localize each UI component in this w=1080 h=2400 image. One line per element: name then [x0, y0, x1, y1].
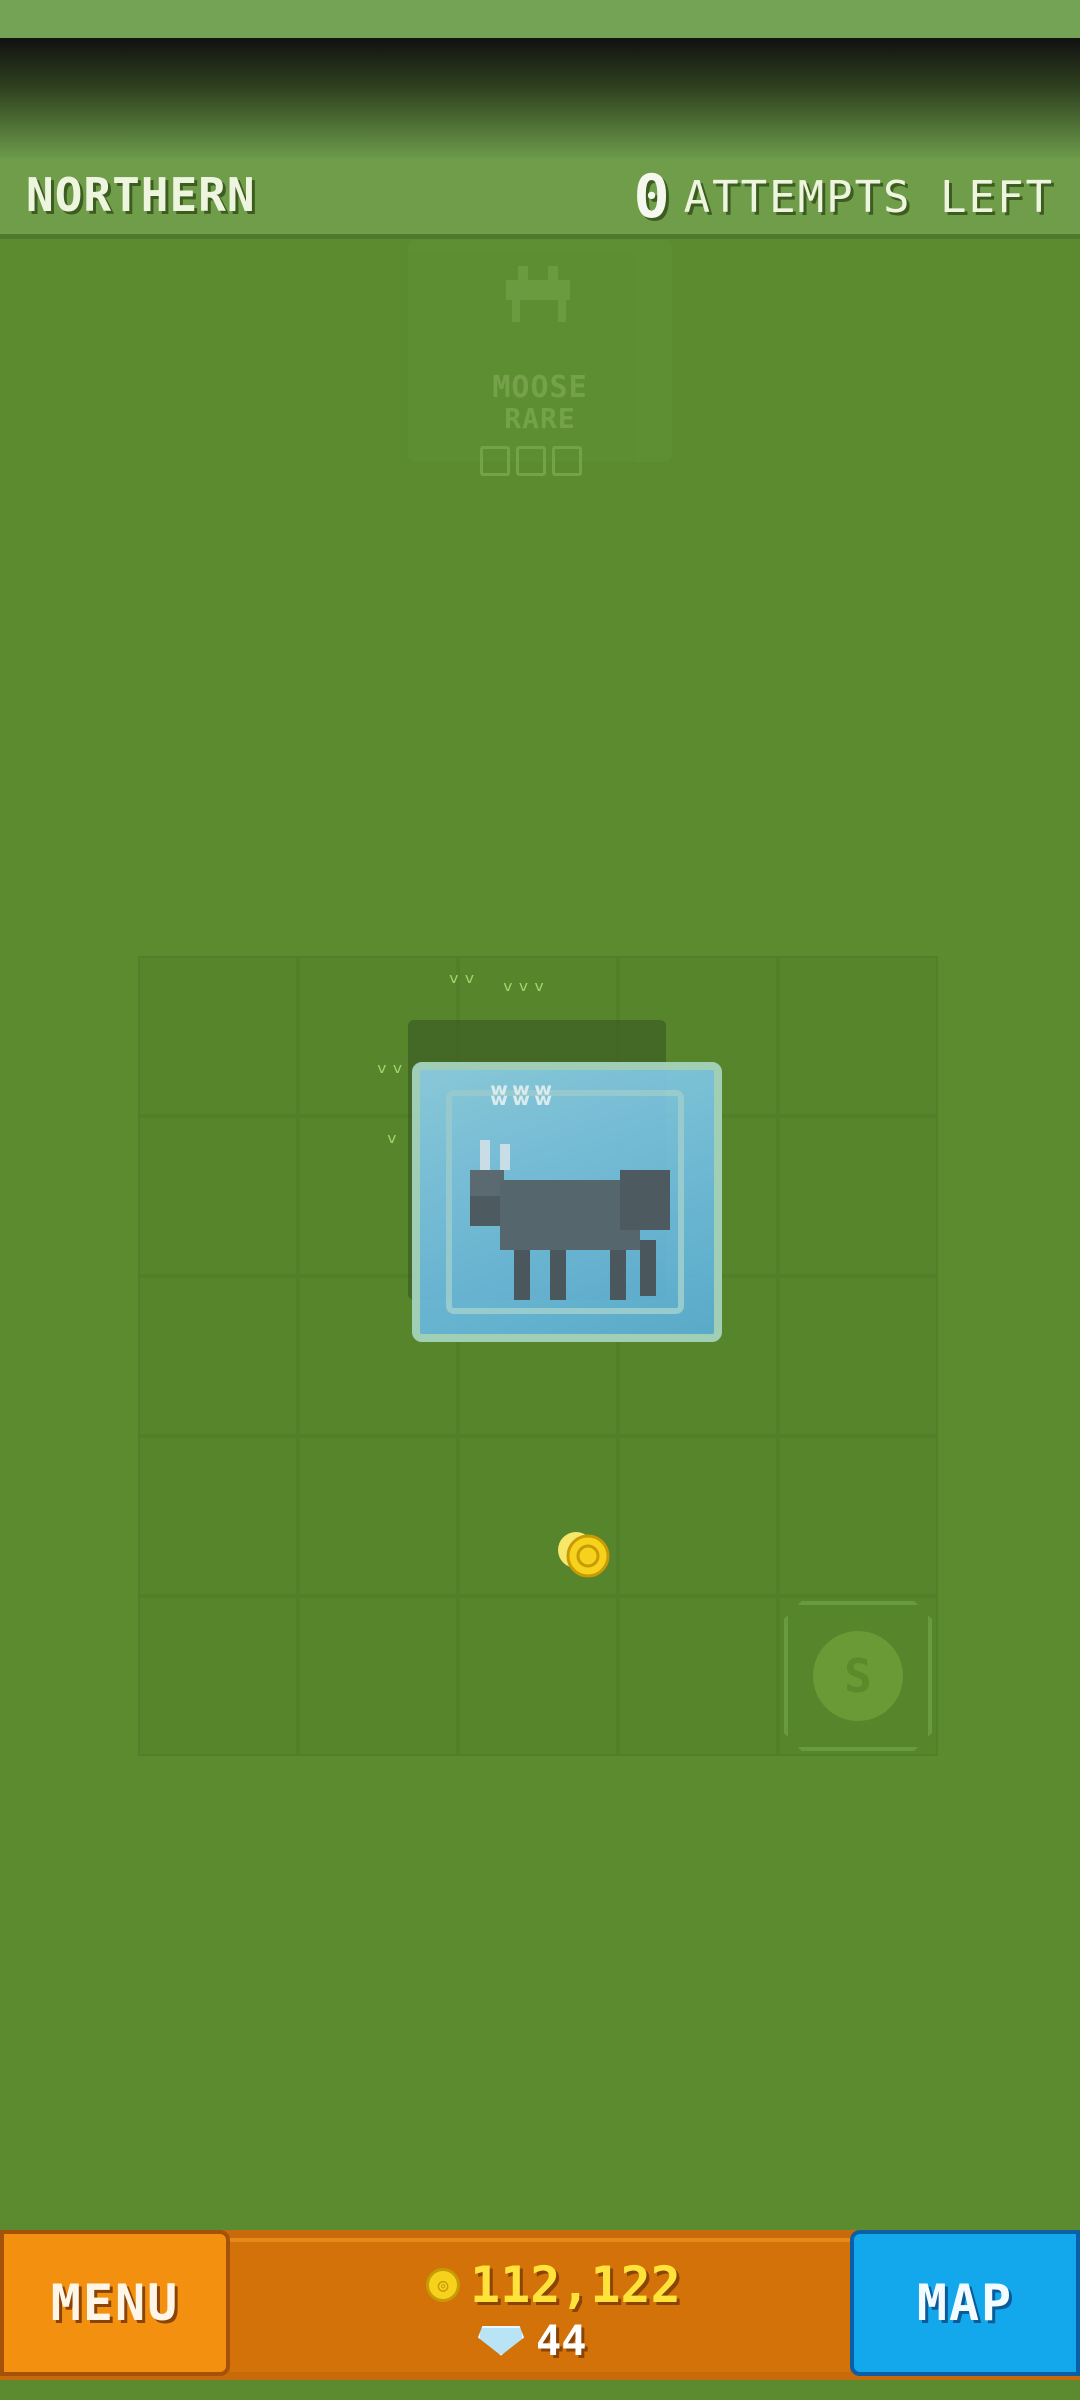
grid-cell-target[interactable]: S [778, 1596, 938, 1756]
currency-panel: ◎ 112,122 44 [230, 2238, 850, 2372]
grid-cell[interactable] [778, 1276, 938, 1436]
nav-strip [0, 2380, 1080, 2400]
grid-cell[interactable] [138, 956, 298, 1116]
grid-cell[interactable] [778, 1436, 938, 1596]
region-title: NORTHERN [26, 168, 256, 222]
grid-cell[interactable] [298, 1596, 458, 1756]
grass-tuft-icon: ᵥᵥ [374, 1050, 406, 1080]
grid-cell[interactable] [138, 1596, 298, 1756]
coin-drop-icon[interactable] [554, 1528, 614, 1580]
ghost-animal-name: MOOSE [492, 370, 588, 405]
target-marker: S [784, 1601, 932, 1751]
grid-cell[interactable] [778, 1116, 938, 1276]
grass-tuft-icon: ᵥ [384, 1120, 400, 1150]
moose-icon [470, 1140, 670, 1300]
map-button[interactable]: MAP [850, 2230, 1080, 2376]
attempts-label: ATTEMPTS LEFT [683, 171, 1054, 223]
moose-silhouette-icon [488, 260, 592, 330]
coins-value: 112,122 [470, 2256, 681, 2314]
top-band [0, 0, 1080, 38]
grid-cell[interactable] [458, 1596, 618, 1756]
coin-icon: ◎ [426, 2268, 460, 2302]
grass-tuft-icon: ᵥᵥ [446, 960, 478, 990]
target-coin-icon: S [813, 1631, 903, 1721]
header-bar: NORTHERN 0 ATTEMPTS LEFT [0, 158, 1080, 239]
gems-value: 44 [536, 2316, 587, 2365]
menu-button[interactable]: MENU [0, 2230, 230, 2376]
capture-pip [552, 446, 582, 476]
capture-pip [516, 446, 546, 476]
grid-cell[interactable] [618, 1596, 778, 1756]
ghost-animal-card: MOOSE RARE [408, 240, 672, 476]
grid-cell[interactable] [138, 1276, 298, 1436]
grid-cell[interactable] [298, 1436, 458, 1596]
grid-cell[interactable] [138, 1436, 298, 1596]
capture-pips [480, 446, 582, 476]
capture-pip [480, 446, 510, 476]
ghost-animal-rarity: RARE [504, 402, 576, 435]
frost-marks-icon: ʬʬʬ [490, 1078, 557, 1113]
gems-row: 44 [478, 2316, 587, 2365]
attempts-indicator: 0 ATTEMPTS LEFT [634, 162, 1055, 232]
status-bar [0, 38, 1080, 158]
gem-icon [478, 2325, 524, 2356]
grid-cell[interactable] [138, 1116, 298, 1276]
grass-tuft-icon: ᵥᵥᵥ [500, 968, 547, 998]
grid-cell[interactable] [618, 1436, 778, 1596]
coins-row: ◎ 112,122 [426, 2256, 681, 2314]
grid-cell[interactable] [778, 956, 938, 1116]
attempts-count: 0 [633, 162, 670, 232]
